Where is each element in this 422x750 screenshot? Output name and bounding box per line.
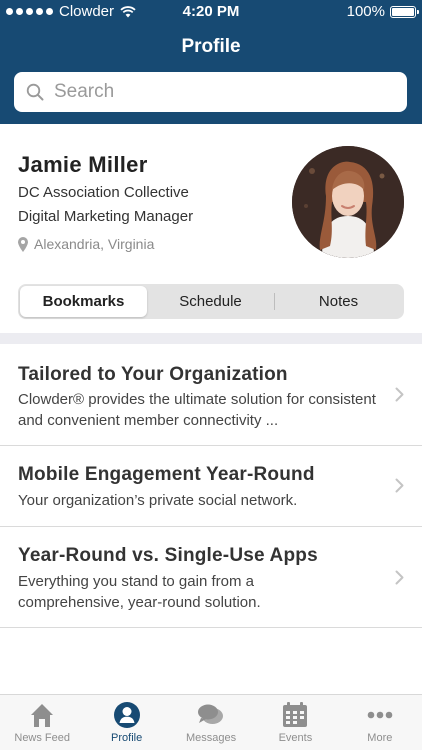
tab-bar: News Feed Profile Messages Events More bbox=[0, 694, 422, 750]
header-bar: Clowder 4:20 PM 100% Profile bbox=[0, 0, 422, 124]
list-item[interactable]: Year-Round vs. Single-Use Apps Everythin… bbox=[0, 527, 422, 628]
status-right: 100% bbox=[346, 3, 419, 20]
segment-notes[interactable]: Notes bbox=[275, 286, 402, 317]
chevron-right-icon bbox=[395, 387, 404, 402]
tab-news-feed[interactable]: News Feed bbox=[0, 695, 84, 750]
tab-label: Events bbox=[278, 732, 313, 744]
section-divider bbox=[0, 333, 422, 344]
list-item-description: Clowder® provides the ultimate solution … bbox=[18, 391, 376, 429]
tab-label: News Feed bbox=[14, 732, 71, 744]
profile-role: Digital Marketing Manager bbox=[18, 208, 194, 225]
tab-label: More bbox=[367, 732, 393, 744]
avatar[interactable] bbox=[292, 146, 404, 258]
page-title: Profile bbox=[181, 36, 241, 57]
segment-schedule[interactable]: Schedule bbox=[147, 286, 274, 317]
tab-label: Profile bbox=[111, 732, 143, 744]
search-bar[interactable] bbox=[14, 72, 407, 112]
tab-messages[interactable]: Messages bbox=[169, 695, 253, 750]
profile-name: Jamie Miller bbox=[18, 152, 148, 177]
search-input[interactable] bbox=[54, 81, 394, 103]
avatar-photo bbox=[292, 146, 404, 258]
list-item-description: Your organization’s private social netwo… bbox=[18, 492, 298, 509]
home-icon bbox=[31, 704, 54, 727]
list-item[interactable]: Tailored to Your Organization Clowder® p… bbox=[0, 344, 422, 446]
more-icon bbox=[367, 711, 393, 719]
list-item-description: Everything you stand to gain from a comp… bbox=[18, 573, 261, 611]
chevron-right-icon bbox=[395, 570, 404, 585]
tab-profile[interactable]: Profile bbox=[84, 695, 168, 750]
calendar-icon bbox=[283, 702, 308, 727]
list-item-title: Tailored to Your Organization bbox=[18, 364, 288, 385]
battery-percent: 100% bbox=[346, 3, 385, 20]
location-text: Alexandria, Virginia bbox=[34, 236, 155, 252]
location-pin-icon bbox=[18, 236, 28, 252]
search-icon bbox=[26, 83, 44, 101]
list-item[interactable]: Mobile Engagement Year-Round Your organi… bbox=[0, 446, 422, 527]
tab-more[interactable]: More bbox=[338, 695, 422, 750]
list-item-title: Year-Round vs. Single-Use Apps bbox=[18, 545, 318, 566]
profile-organization: DC Association Collective bbox=[18, 184, 189, 201]
tab-label: Messages bbox=[185, 732, 237, 744]
tab-events[interactable]: Events bbox=[253, 695, 337, 750]
battery-icon bbox=[390, 5, 419, 18]
profile-segmented-control: Bookmarks Schedule Notes bbox=[18, 284, 404, 319]
list-item-title: Mobile Engagement Year-Round bbox=[18, 464, 315, 485]
status-bar: Clowder 4:20 PM 100% bbox=[0, 0, 422, 24]
chevron-right-icon bbox=[395, 478, 404, 493]
profile-location: Alexandria, Virginia bbox=[18, 236, 154, 252]
messages-icon bbox=[198, 704, 224, 724]
profile-icon bbox=[113, 702, 140, 728]
segment-bookmarks[interactable]: Bookmarks bbox=[20, 286, 147, 317]
